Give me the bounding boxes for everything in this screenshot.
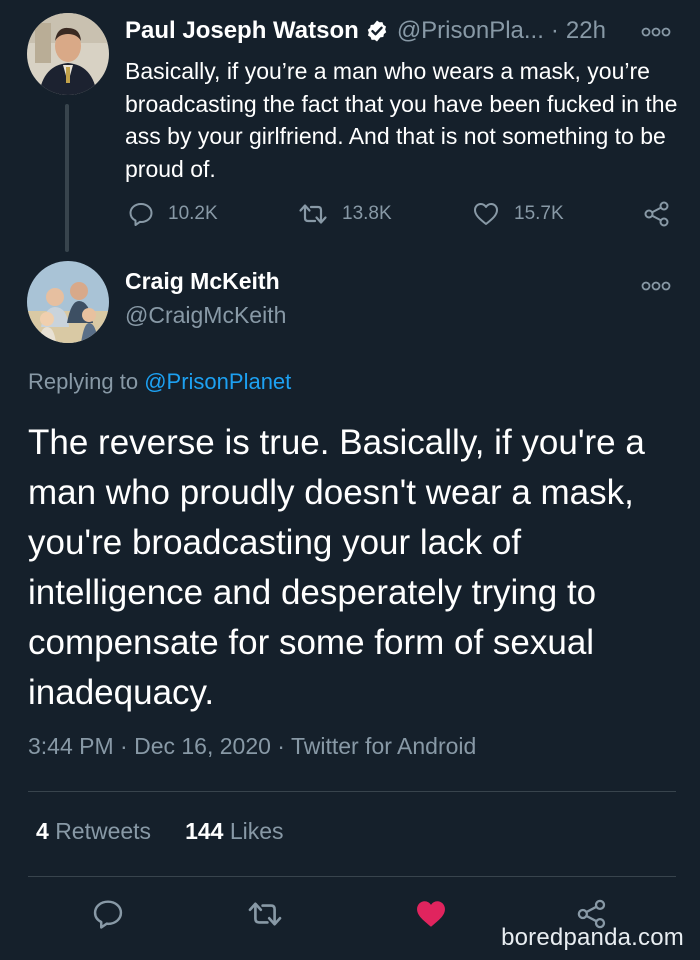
retweet-icon [248, 902, 282, 926]
retweets-label: Retweets [55, 818, 152, 844]
main-tweet-text: The reverse is true. Basically, if you'r… [28, 423, 645, 712]
main-author-handle[interactable]: @CraigMcKeith [125, 302, 286, 329]
parent-tweet-time[interactable]: 22h [566, 17, 606, 45]
parent-author-name[interactable]: Paul Joseph Watson [125, 17, 359, 45]
replying-to-line: Replying to @PrisonPlanet [28, 369, 291, 395]
thread-connector-line [65, 104, 69, 252]
tweet-timestamp-source[interactable]: 3:44 PM · Dec 16, 2020 · Twitter for And… [28, 733, 476, 760]
heart-filled-icon [417, 901, 445, 927]
parent-share-button[interactable] [643, 199, 685, 229]
retweets-count: 4 [36, 818, 49, 844]
main-more-options-icon[interactable] [641, 279, 671, 291]
parent-author-avatar[interactable] [27, 13, 109, 95]
retweets-stat[interactable]: 4 Retweets [36, 818, 151, 845]
divider [28, 791, 676, 792]
replying-to-label: Replying to [28, 369, 139, 394]
heart-icon [474, 203, 498, 225]
reply-icon [129, 203, 153, 226]
parent-retweet-button[interactable]: 13.8K [298, 199, 392, 229]
parent-retweet-count: 13.8K [342, 203, 392, 224]
verified-badge-icon [365, 19, 389, 43]
engagement-stats: 4 Retweets 144 Likes [36, 818, 318, 845]
likes-count: 144 [185, 818, 224, 844]
parent-like-button[interactable]: 15.7K [472, 199, 564, 229]
parent-author-handle[interactable]: @PrisonPla... [397, 17, 544, 45]
parent-more-options-icon[interactable] [641, 25, 671, 37]
likes-stat[interactable]: 144 Likes [185, 818, 283, 845]
retweet-button[interactable] [247, 898, 283, 935]
parent-tweet-text: Basically, if you’re a man who wears a m… [125, 58, 678, 182]
replying-to-handle-link[interactable]: @PrisonPlanet [144, 369, 291, 394]
avatar-photo [27, 13, 109, 95]
parent-reply-button[interactable]: 10.2K [128, 199, 218, 229]
parent-tweet-header: Paul Joseph Watson @PrisonPla... · 22h [125, 14, 645, 48]
main-author-avatar[interactable] [27, 261, 109, 343]
boredpanda-watermark: boredpanda.com [501, 924, 684, 951]
header-separator: · [550, 17, 559, 44]
avatar-photo [27, 261, 109, 343]
reply-icon [93, 900, 123, 929]
like-button[interactable] [414, 898, 448, 935]
divider [28, 876, 676, 877]
share-icon [644, 201, 669, 227]
parent-like-count: 15.7K [514, 203, 564, 224]
parent-reply-count: 10.2K [168, 203, 218, 224]
likes-label: Likes [229, 818, 284, 844]
retweet-icon [299, 204, 327, 224]
main-author-name[interactable]: Craig McKeith [125, 268, 280, 295]
reply-button[interactable] [92, 898, 124, 935]
